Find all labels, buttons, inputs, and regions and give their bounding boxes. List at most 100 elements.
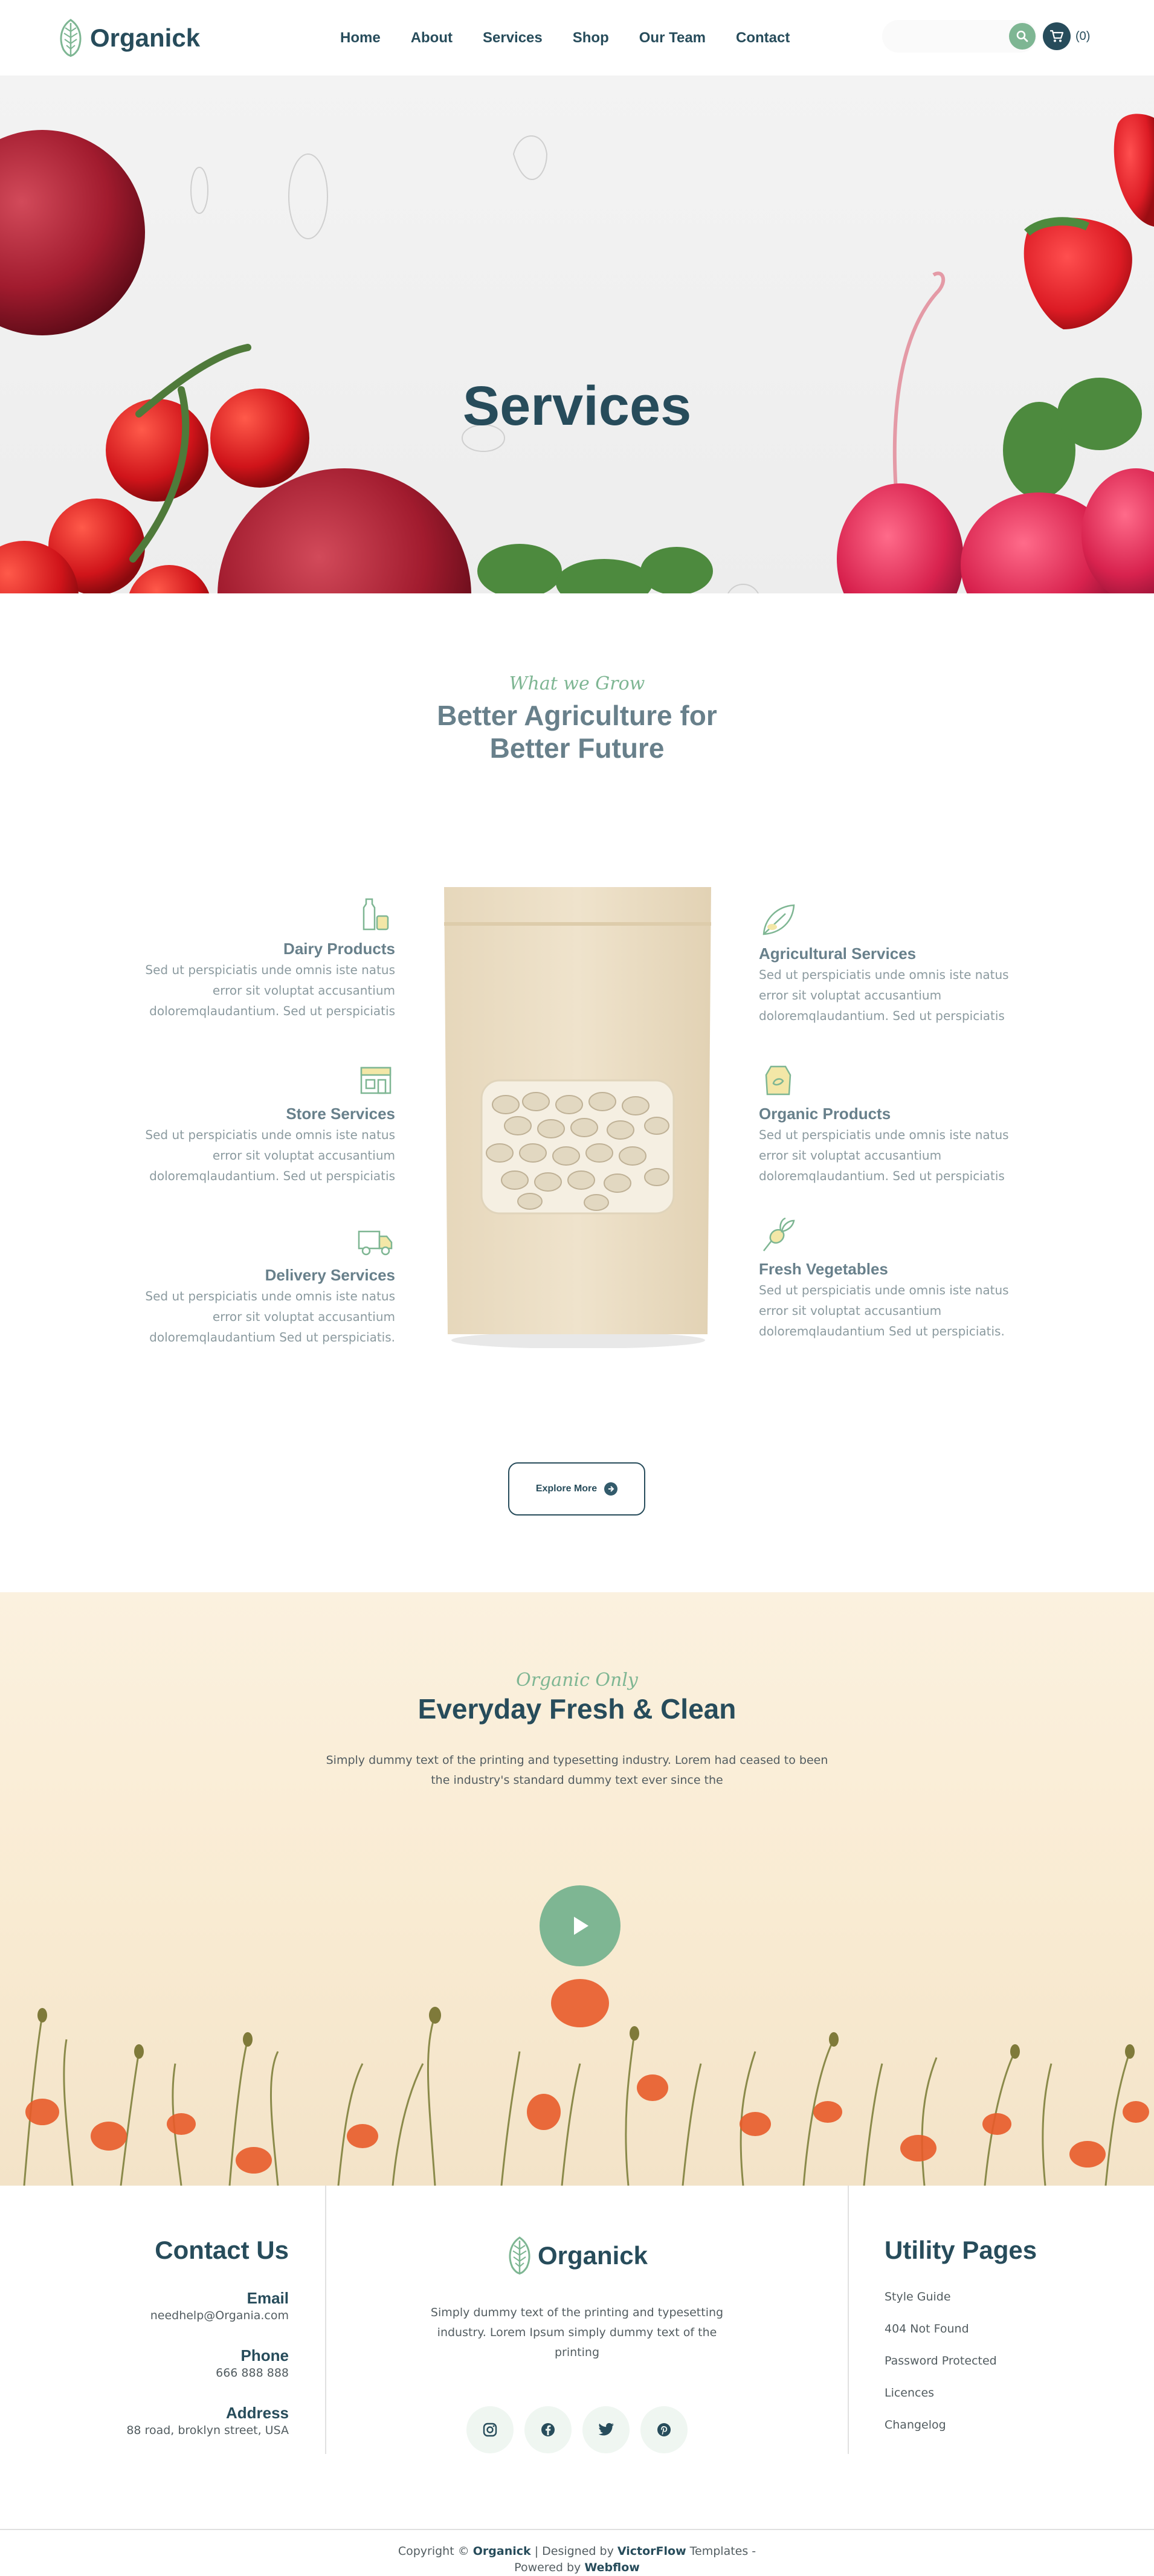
utility-link-licences[interactable]: Licences [885,2386,1037,2400]
site-header: Organick Home About Services Shop Our Te… [0,0,1154,76]
cart[interactable]: (0) [1043,20,1090,53]
fresh-clean-section: Organic Only Everyday Fresh & Clean Simp… [0,1592,1154,2186]
phone-value[interactable]: 666 888 888 [126,2366,289,2380]
organic-bag-icon [765,1065,791,1096]
utility-link-changelog[interactable]: Changelog [885,2418,1037,2432]
copyright-templates: Templates - [689,2545,756,2558]
store-icon [360,1067,392,1094]
section-title: Better Agriculture for Better Future [0,699,1154,764]
service-title: Store Services [286,1105,395,1123]
services-section: What we Grow Better Agriculture for Bett… [0,593,1154,1592]
phone-label: Phone [240,2346,289,2365]
twitter-icon [598,2423,614,2436]
footer-contact: Contact Us Email needhelp@Organia.com Ph… [126,2236,289,2437]
pinterest-button[interactable] [640,2406,688,2453]
service-desc: Sed ut perspiciatis unde omnis iste natu… [759,1128,1009,1183]
utility-link-404[interactable]: 404 Not Found [885,2322,1037,2336]
nav-about[interactable]: About [411,30,453,47]
footer-bottom-divider [0,2529,1154,2530]
nav-our-team[interactable]: Our Team [639,30,706,47]
footer-logo[interactable]: Organick [506,2236,648,2276]
play-video-button[interactable] [540,1885,621,1966]
nav-home[interactable]: Home [340,30,381,47]
social-links [326,2406,828,2453]
footer-utility-pages: Utility Pages Style Guide 404 Not Found … [885,2236,1037,2450]
utility-links: Style Guide 404 Not Found Password Prote… [885,2290,1037,2432]
contact-title: Contact Us [155,2236,289,2264]
explore-more-label: Explore More [535,1483,598,1494]
section-title-line2: Better Future [489,732,665,764]
service-store-services: Store Services Sed ut perspiciatis unde … [129,1060,395,1186]
copyright-prefix: Copyright © [398,2545,469,2558]
email-label: Email [247,2289,289,2307]
search-icon [1016,30,1028,42]
email-value[interactable]: needhelp@Organia.com [126,2309,289,2322]
logo-text: Organick [90,23,201,52]
service-desc: Sed ut perspiciatis unde omnis iste natu… [145,963,395,1018]
facebook-icon [541,2423,555,2436]
copyright-platform[interactable]: Webflow [584,2561,639,2574]
service-desc: Sed ut perspiciatis unde omnis iste natu… [759,1283,1009,1338]
product-bag-image [444,887,711,1348]
nav-contact[interactable]: Contact [736,30,790,47]
fresh-description: Simply dummy text of the printing and ty… [326,1754,828,1787]
footer-divider-right [848,2186,849,2454]
service-desc: Sed ut perspiciatis unde omnis iste natu… [759,967,1009,1023]
leaf-logo-icon [509,2236,530,2274]
copyright: Copyright © Organick | Designed by Victo… [0,2543,1154,2576]
copyright-powered: Powered by [514,2561,581,2574]
copyright-designed: | Designed by [534,2545,614,2558]
section-title-line1: Better Agriculture for [437,700,717,731]
service-title: Organic Products [759,1105,891,1123]
logo[interactable]: Organick [57,18,200,58]
service-delivery-services: Delivery Services Sed ut perspiciatis un… [129,1222,395,1348]
address-value: 88 road, broklyn street, USA [126,2424,289,2437]
service-desc: Sed ut perspiciatis unde omnis iste natu… [145,1128,395,1183]
utility-link-password-protected[interactable]: Password Protected [885,2354,1037,2368]
search-button[interactable] [1009,23,1036,50]
footer-logo-text: Organick [537,2241,648,2270]
facebook-button[interactable] [524,2406,572,2453]
instagram-icon [483,2423,497,2437]
arrow-right-icon [604,1482,618,1496]
nav-shop[interactable]: Shop [573,30,609,47]
service-title: Fresh Vegetables [759,1260,888,1278]
search-input[interactable] [882,20,1037,53]
utility-title: Utility Pages [885,2236,1037,2264]
site-footer: Contact Us Email needhelp@Organia.com Ph… [0,2186,1154,2574]
twitter-button[interactable] [582,2406,630,2453]
service-agricultural-services: Agricultural Services Sed ut perspiciati… [759,900,1025,1026]
service-organic-products: Organic Products Sed ut perspiciatis und… [759,1060,1025,1186]
page-title: Services [462,375,692,437]
section-script: What we Grow [509,673,645,694]
fresh-title: Everyday Fresh & Clean [417,1693,737,1725]
explore-more-button[interactable]: Explore More [508,1462,645,1516]
hero-produce-image [0,114,1154,593]
address-label: Address [225,2404,289,2422]
copyright-brand[interactable]: Organick [473,2545,531,2558]
service-title: Dairy Products [283,940,395,958]
service-title: Delivery Services [265,1266,395,1284]
milk-bottle-icon [363,898,389,931]
radish-icon [763,1217,795,1251]
cart-button[interactable] [1043,22,1071,50]
fresh-script: Organic Only [516,1670,638,1691]
copyright-designer[interactable]: VictorFlow [617,2545,686,2558]
service-desc: Sed ut perspiciatis unde omnis iste natu… [145,1289,395,1344]
utility-link-style-guide[interactable]: Style Guide [885,2290,1037,2303]
nav-services[interactable]: Services [483,30,543,47]
instagram-button[interactable] [466,2406,514,2453]
leaf-icon [762,904,795,935]
cart-count: (0) [1075,29,1091,43]
main-nav: Home About Services Shop Our Team Contac… [340,0,790,76]
service-fresh-vegetables: Fresh Vegetables Sed ut perspiciatis und… [759,1216,1025,1341]
footer-about: Simply dummy text of the printing and ty… [430,2306,724,2359]
play-icon [574,1917,588,1935]
leaf-logo-icon [60,18,82,57]
cart-icon [1050,30,1064,42]
footer-brand: Organick Simply dummy text of the printi… [326,2236,828,2453]
hero-banner: Services [0,76,1154,593]
pinterest-icon [657,2423,671,2436]
service-dairy-products: Dairy Products Sed ut perspiciatis unde … [129,896,395,1021]
truck-icon [358,1230,393,1256]
